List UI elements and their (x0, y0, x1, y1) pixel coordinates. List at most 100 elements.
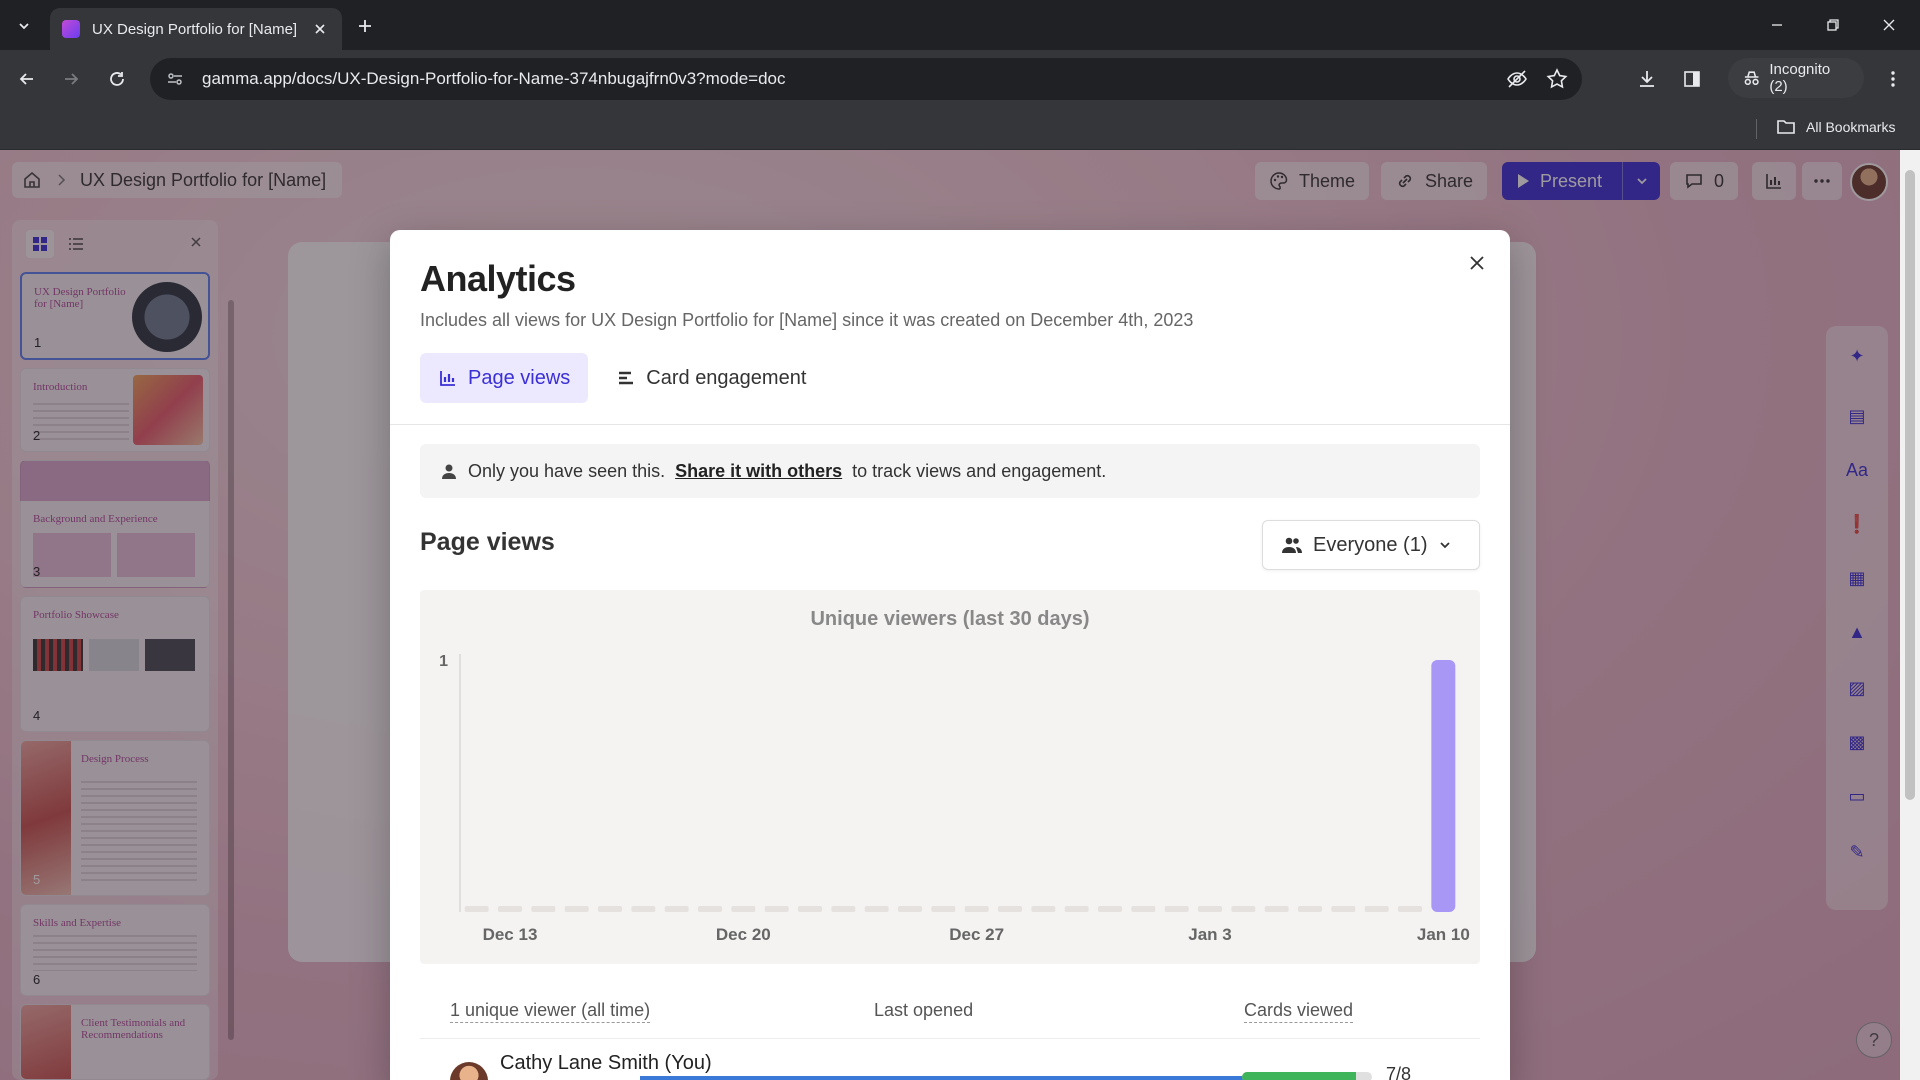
site-settings-icon[interactable] (164, 68, 186, 90)
chevron-down-icon (19, 23, 29, 30)
chart-bar[interactable] (898, 906, 922, 912)
share-with-others-link[interactable]: Share it with others (675, 461, 842, 482)
audience-select[interactable]: Everyone (1) (1262, 520, 1480, 570)
chart-bar[interactable] (964, 906, 989, 912)
chart-bar[interactable] (1364, 906, 1389, 912)
side-panel-button[interactable] (1677, 64, 1707, 94)
tab-title: UX Design Portfolio for [Name] (92, 20, 298, 38)
eye-off-icon[interactable] (1506, 68, 1528, 90)
reload-button[interactable] (102, 64, 132, 94)
chart-bar[interactable] (531, 906, 556, 912)
all-bookmarks-label: All Bookmarks (1806, 119, 1896, 135)
page-scrollbar-thumb[interactable] (1905, 170, 1915, 800)
chart-bar[interactable] (731, 906, 756, 912)
url-text: gamma.app/docs/UX-Design-Portfolio-for-N… (202, 69, 786, 88)
chart-bar[interactable] (1098, 906, 1122, 912)
audience-select-value: Everyone (1) (1313, 533, 1428, 556)
chevron-down-icon (1439, 542, 1450, 549)
col-cards-viewed[interactable]: Cards viewed (1244, 1000, 1354, 1023)
chart-bar[interactable] (698, 906, 722, 912)
viewer-row-highlight (640, 1076, 1320, 1080)
chart-x-tick-label: Dec 27 (949, 925, 1004, 944)
incognito-badge[interactable]: Incognito (2) (1728, 58, 1864, 98)
browser-menu-button[interactable] (1878, 64, 1908, 94)
chart-bar[interactable] (1331, 906, 1356, 912)
forward-button[interactable] (56, 64, 86, 94)
chart-bar[interactable] (931, 906, 956, 912)
arrow-left-icon (19, 73, 33, 85)
tab-close-button[interactable] (310, 19, 330, 39)
chart-bar[interactable] (1131, 906, 1156, 912)
close-icon (1883, 19, 1895, 31)
chart-bar[interactable] (1164, 906, 1189, 912)
gamma-app: UX Design Portfolio for [Name] 1 Introdu… (0, 150, 1920, 1080)
chart-x-tick-label: Dec 20 (716, 925, 771, 944)
table-header-divider (420, 1038, 1480, 1039)
chart-bar[interactable] (464, 906, 489, 912)
incognito-label: Incognito (2) (1769, 61, 1831, 95)
bookmarks-bar: All Bookmarks (0, 108, 1920, 150)
chart-bar[interactable] (764, 906, 789, 912)
col-unique-viewers[interactable]: 1 unique viewer (all time) (450, 1000, 651, 1023)
chart-bar[interactable] (1031, 906, 1056, 912)
browser-tab-active[interactable]: UX Design Portfolio for [Name] (50, 8, 342, 50)
folder-icon (1777, 120, 1795, 134)
chart-bar[interactable] (1431, 660, 1456, 912)
viewer-name: Cathy Lane Smith (You) (500, 1052, 712, 1074)
download-icon (1640, 71, 1654, 87)
modal-subtitle: Includes all views for UX Design Portfol… (420, 310, 1194, 330)
browser-tabstrip: UX Design Portfolio for [Name] (0, 0, 1920, 50)
chart-bar[interactable] (664, 906, 689, 912)
col-last-opened: Last opened (874, 1000, 974, 1020)
chart-bar[interactable] (831, 906, 856, 912)
download-button[interactable] (1632, 64, 1662, 94)
tab-page-views[interactable]: Page views (420, 353, 589, 403)
chart-bar[interactable] (1064, 906, 1089, 912)
chart-svg: 1 Dec 13 Dec 20 Dec 27 Jan 3 Jan 10 (439, 653, 1470, 944)
chart-bar[interactable] (498, 906, 522, 912)
restore-button[interactable] (1810, 10, 1856, 40)
cards-viewed-count: 7/8 (1386, 1064, 1412, 1080)
star-icon[interactable] (1546, 68, 1568, 90)
page-scrollbar[interactable] (1900, 150, 1920, 1080)
engagement-bars-icon (619, 371, 634, 385)
chart-x-tick-label: Jan 10 (1417, 925, 1470, 944)
chart-bar[interactable] (564, 906, 589, 912)
tab-search-button[interactable] (10, 12, 38, 40)
side-panel-icon (1684, 71, 1700, 87)
address-bar[interactable]: gamma.app/docs/UX-Design-Portfolio-for-N… (150, 58, 1582, 100)
arrow-right-icon (65, 73, 79, 85)
plus-icon (359, 20, 371, 32)
minimize-button[interactable] (1754, 10, 1800, 40)
restore-icon (1827, 19, 1839, 31)
minimize-icon (1772, 24, 1782, 26)
notice-text-suffix: to track views and engagement. (852, 460, 1107, 481)
chart-x-tick-label: Dec 13 (483, 925, 538, 944)
new-tab-button[interactable] (352, 13, 378, 39)
incognito-icon (1744, 71, 1759, 86)
close-window-button[interactable] (1866, 10, 1912, 40)
user-icon (442, 464, 456, 479)
chart-bar[interactable] (864, 906, 889, 912)
bar-chart-icon (440, 371, 455, 386)
browser-toolbar: gamma.app/docs/UX-Design-Portfolio-for-N… (0, 50, 1920, 108)
chart-bar[interactable] (631, 906, 656, 912)
chart-bar[interactable] (1264, 906, 1289, 912)
back-button[interactable] (12, 64, 42, 94)
cards-viewed-progress (1242, 1072, 1372, 1080)
modal-close-button[interactable] (1462, 248, 1492, 278)
viewer-avatar (450, 1062, 488, 1080)
chart-bar[interactable] (1198, 906, 1222, 912)
analytics-tabs: Page views Card engagement (420, 353, 824, 403)
tabs-divider (390, 424, 1510, 425)
tab-card-engagement[interactable]: Card engagement (598, 353, 824, 403)
all-bookmarks-button[interactable]: All Bookmarks (1776, 118, 1895, 136)
chart-bar[interactable] (598, 906, 622, 912)
more-vertical-icon (1891, 71, 1895, 87)
chart-bar[interactable] (798, 906, 822, 912)
chart-bar[interactable] (1231, 906, 1256, 912)
chart-bar[interactable] (1398, 906, 1422, 912)
page-views-heading: Page views (420, 528, 555, 556)
chart-bar[interactable] (998, 906, 1022, 912)
chart-bar[interactable] (1298, 906, 1322, 912)
